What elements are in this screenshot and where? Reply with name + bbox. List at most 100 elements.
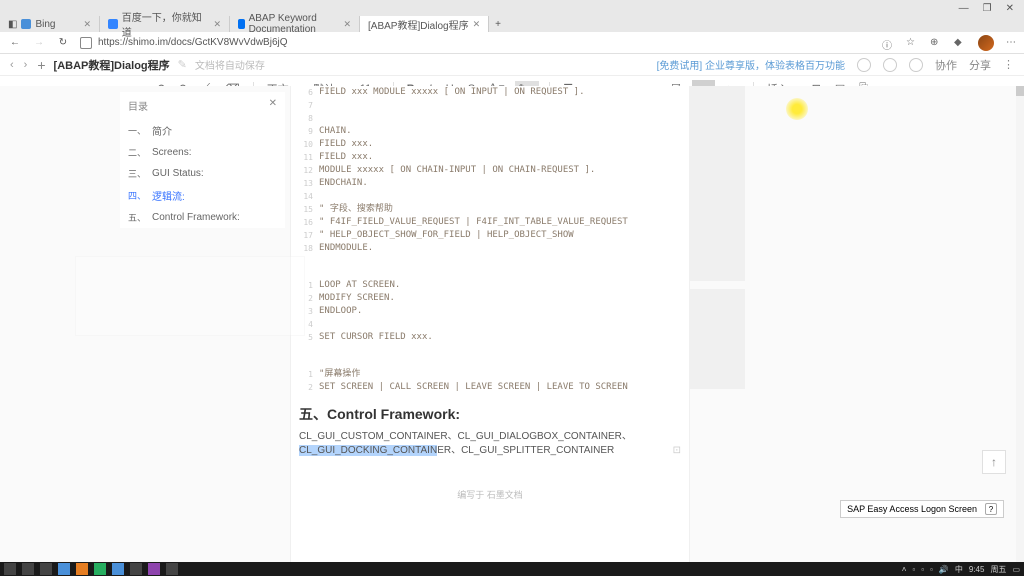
maximize-icon[interactable]: ❐ [983, 3, 992, 14]
code-text: FIELD xxx. [319, 138, 373, 151]
extension-icon[interactable]: ◆ [954, 37, 966, 49]
start-button[interactable] [4, 563, 16, 575]
more-icon[interactable]: ⋯ [1006, 37, 1016, 48]
outline-close-icon[interactable]: ✕ [269, 98, 277, 113]
profile-avatar[interactable] [978, 35, 994, 51]
scroll-top-button[interactable]: ↑ [982, 450, 1006, 474]
code-text: FIELD xxx MODULE xxxxx [ ON INPUT | ON R… [319, 86, 585, 99]
tray-icon[interactable]: ▫ [912, 565, 915, 574]
outline-item-logic[interactable]: 四、 逻辑流: [120, 184, 285, 207]
date-text[interactable]: 周五 [990, 564, 1006, 575]
browser-tab-bing[interactable]: ◧ Bing ✕ [0, 16, 100, 32]
code-text: " 字段、搜索帮助 [319, 203, 393, 216]
browser-tab-baidu[interactable]: 百度一下，你就知道 ✕ [100, 16, 230, 32]
vertical-scrollbar[interactable] [1016, 86, 1024, 562]
doc-more-icon[interactable]: ⋮ [1003, 58, 1014, 71]
sap-favicon-icon [238, 19, 245, 29]
body-text: CL_GUI_CUSTOM_CONTAINER、CL_GUI_DIALOGBOX… [299, 430, 681, 444]
comment-icon[interactable]: ⊡ [673, 444, 681, 458]
browser-tab-shimo[interactable]: [ABAP教程]Dialog程序 ✕ [360, 16, 489, 32]
tab-close-icon[interactable]: ✕ [473, 19, 481, 30]
outline-panel: 目录 ✕ 一、 简介 二、 Screens: 三、 GUI Status: 四、… [120, 92, 285, 228]
app-icon[interactable] [166, 563, 178, 575]
tab-close-icon[interactable]: ✕ [213, 19, 221, 30]
tooltip-text: SAP Easy Access Logon Screen [847, 504, 977, 514]
selected-text: CL_GUI_DOCKING_CONTAIN [299, 445, 437, 456]
edit-icon[interactable]: ✎ [178, 58, 187, 71]
code-text: CHAIN. [319, 125, 352, 138]
tab-close-icon[interactable]: ✕ [343, 19, 351, 30]
outline-title: 目录 [128, 98, 148, 113]
lock-icon [80, 37, 92, 49]
promo-link[interactable]: [免费试用] 企业尊享版，体验表格百万功能 [657, 57, 845, 72]
scroll-thumb[interactable] [1016, 86, 1024, 96]
url-text: https://shimo.im/docs/GctKV8WvVdwBj6jQ [98, 37, 288, 48]
outline-item-gui-status[interactable]: 三、 GUI Status: [120, 163, 285, 184]
forward-button: → [32, 37, 46, 48]
doc-forward-icon[interactable]: › [24, 59, 28, 71]
refresh-button[interactable]: ↻ [56, 37, 70, 48]
code-text: LOOP AT SCREEN. [319, 279, 400, 292]
tab-close-icon[interactable]: ✕ [83, 19, 91, 30]
face-icon[interactable] [883, 58, 897, 72]
app-icon[interactable] [148, 563, 160, 575]
tab-app-icon: ◧ [8, 19, 17, 30]
sap-logon-icon[interactable]: ? [985, 503, 997, 515]
search-icon[interactable] [22, 563, 34, 575]
tab-label: ABAP Keyword Documentation [249, 13, 340, 35]
document-title[interactable]: [ABAP教程]Dialog程序 [54, 57, 170, 73]
share-button[interactable]: 分享 [969, 57, 991, 73]
terminal-icon[interactable] [130, 563, 142, 575]
minimize-icon[interactable]: — [959, 3, 969, 14]
app-icon[interactable] [112, 563, 124, 575]
page-shadow [689, 289, 745, 389]
outline-item-screens[interactable]: 二、 Screens: [120, 142, 285, 163]
tray-icon[interactable]: ▫ [921, 565, 924, 574]
close-icon[interactable]: ✕ [1006, 3, 1014, 14]
bing-favicon-icon [21, 19, 31, 29]
code-text: ENDMODULE. [319, 242, 373, 255]
code-text: SET SCREEN | CALL SCREEN | LEAVE SCREEN … [319, 381, 628, 394]
favorites-icon[interactable]: ☆ [906, 37, 918, 49]
code-text: MODULE xxxxx [ ON CHAIN-INPUT | ON CHAIN… [319, 164, 595, 177]
url-field[interactable]: https://shimo.im/docs/GctKV8WvVdwBj6jQ [80, 37, 872, 49]
code-text: SET CURSOR FIELD xxx. [319, 331, 433, 344]
code-text: ENDCHAIN. [319, 177, 368, 190]
document-page[interactable]: 6FIELD xxx MODULE xxxxx [ ON INPUT | ON … [290, 86, 690, 562]
code-text: ENDLOOP. [319, 305, 362, 318]
collab-button[interactable]: 协作 [935, 57, 957, 73]
windows-taskbar[interactable]: ˄ ▫ ▫ ▫ 🔊 中 9:45 周五 ▭ [0, 562, 1024, 576]
body-text-selection: CL_GUI_DOCKING_CONTAINER、CL_GUI_SPLITTER… [299, 444, 681, 458]
read-aloud-icon[interactable]: ⓘ [882, 37, 894, 49]
ime-icon[interactable]: 中 [955, 564, 963, 575]
doc-back-icon[interactable]: ‹ [10, 59, 14, 71]
browser-tab-abap-docs[interactable]: ABAP Keyword Documentation ✕ [230, 16, 360, 32]
app-icon[interactable] [94, 563, 106, 575]
section-heading: 五、Control Framework: [299, 404, 681, 424]
back-button[interactable]: ← [8, 37, 22, 48]
outline-item-control-framework[interactable]: 五、 Control Framework: [120, 207, 285, 228]
volume-icon[interactable]: 🔊 [939, 565, 949, 574]
faded-background-panel [75, 256, 305, 336]
outline-item-intro[interactable]: 一、 简介 [120, 119, 285, 142]
clock-text[interactable]: 9:45 [969, 565, 985, 574]
page-shadow [689, 86, 745, 281]
code-text: MODIFY SCREEN. [319, 292, 395, 305]
history-icon[interactable] [909, 58, 923, 72]
code-text: FIELD xxx. [319, 151, 373, 164]
edge-icon[interactable] [58, 563, 70, 575]
task-view-icon[interactable] [40, 563, 52, 575]
browser-tabs: ◧ Bing ✕ 百度一下，你就知道 ✕ ABAP Keyword Docume… [0, 16, 1024, 32]
notifications-icon[interactable]: ▭ [1012, 565, 1020, 574]
explorer-icon[interactable] [76, 563, 88, 575]
tray-chevron-icon[interactable]: ˄ [902, 565, 907, 574]
baidu-favicon-icon [108, 19, 118, 29]
globe-icon[interactable] [857, 58, 871, 72]
new-tab-button[interactable]: + [489, 19, 507, 30]
autosave-status: 文档将自动保存 [195, 57, 265, 72]
tab-label: 百度一下，你就知道 [122, 9, 210, 39]
signature-text: 编写于 石墨文档 [299, 488, 681, 501]
new-doc-button[interactable]: + [37, 57, 45, 73]
network-icon[interactable]: ▫ [930, 565, 933, 574]
collections-icon[interactable]: ⊕ [930, 37, 942, 49]
